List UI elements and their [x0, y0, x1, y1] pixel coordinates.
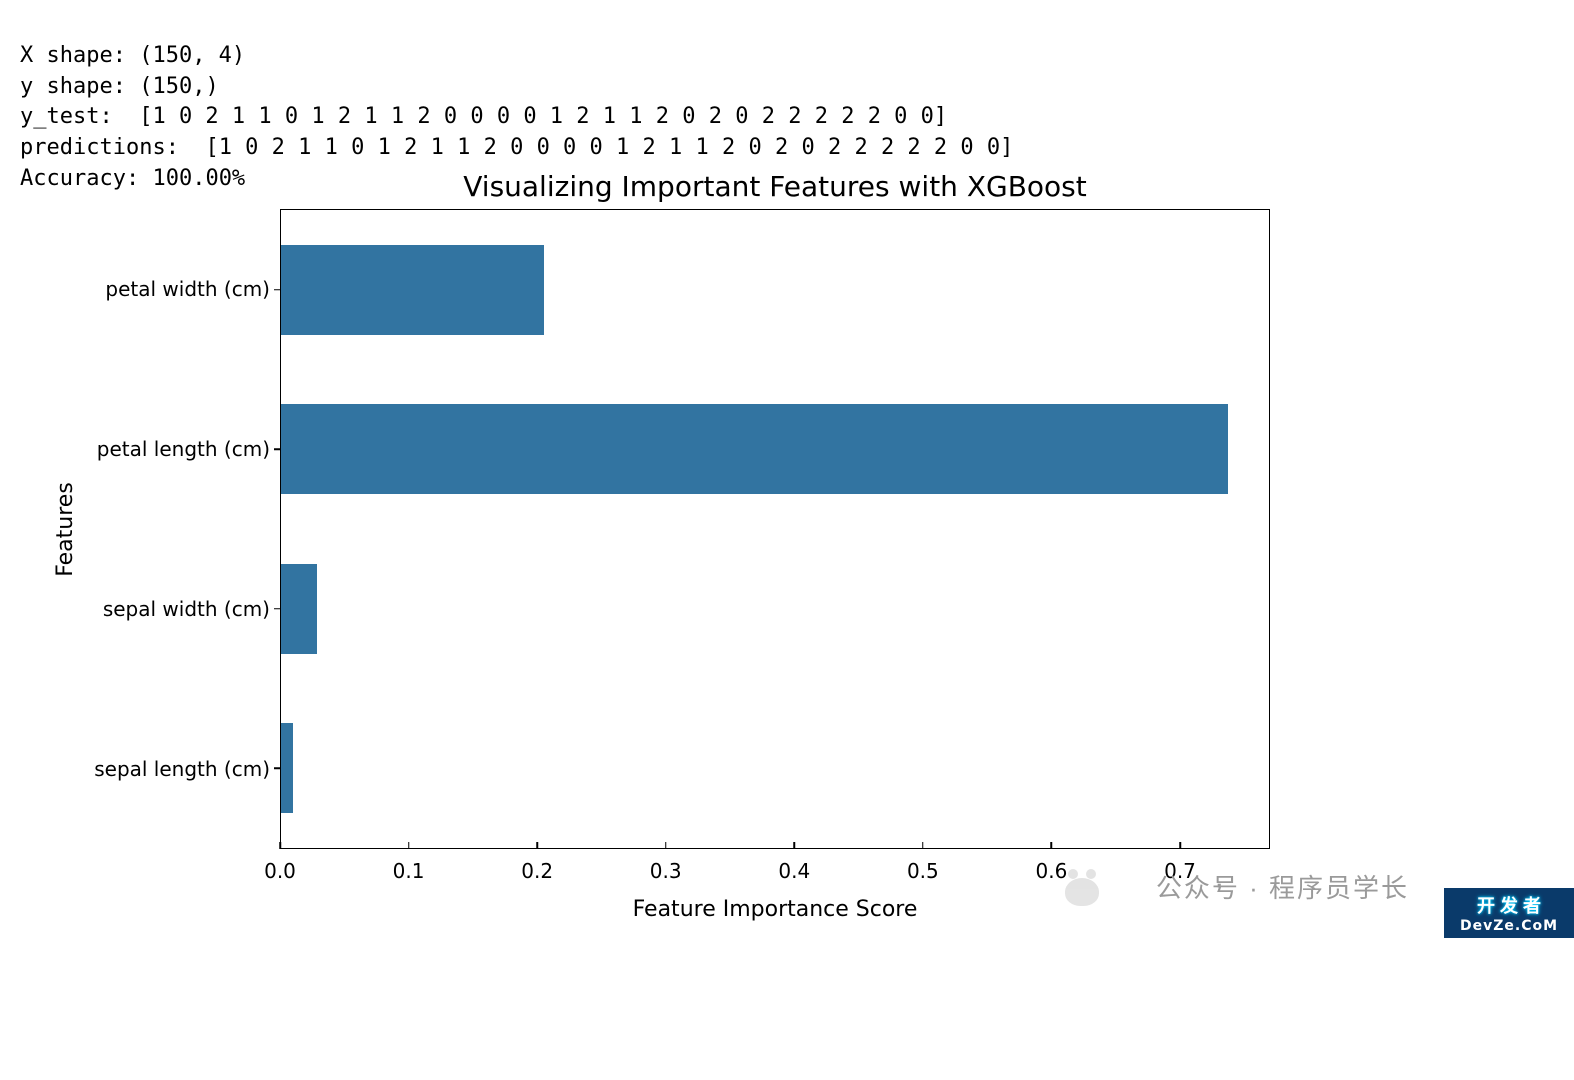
bar: [281, 245, 544, 335]
bar: [281, 723, 293, 813]
x-ticks-area: 0.00.10.20.30.40.50.60.7: [280, 849, 1270, 889]
watermark-text: 公众号 · 程序员学长: [1156, 868, 1409, 905]
y-tick-label: petal width (cm): [105, 277, 270, 301]
console-line-3-value: [1 0 2 1 1 0 1 2 1 1 2 0 0 0 0 1 2 1 1 2…: [113, 104, 947, 129]
y-axis-label: Features: [53, 482, 78, 577]
console-line-1-label: X shape:: [20, 43, 126, 68]
plot-area: [280, 209, 1270, 849]
console-line-2-label: y shape:: [20, 74, 126, 99]
corner-badge-line-2: DevZe.CoM: [1460, 918, 1558, 934]
y-ticks-column: petal width (cm) petal length (cm) sepal w…: [80, 209, 280, 849]
console-line-4-label: predictions:: [20, 135, 179, 160]
chart-container: Visualizing Important Features with XGBo…: [50, 170, 1270, 930]
console-line-1-value: (150, 4): [126, 43, 245, 68]
x-tick-label: 0.1: [393, 859, 425, 883]
ylabel-column: Features: [50, 209, 80, 849]
x-tick-label: 0.0: [264, 859, 296, 883]
wechat-icon: [1065, 878, 1099, 906]
y-tick-label: sepal width (cm): [103, 597, 270, 621]
x-tick-label: 0.2: [521, 859, 553, 883]
x-tick-label: 0.6: [1036, 859, 1068, 883]
plot-row: Features petal width (cm) petal length (c…: [50, 209, 1270, 849]
y-tick-label: petal length (cm): [97, 437, 270, 461]
console-line-2-value: (150,): [126, 74, 219, 99]
x-tick-label: 0.3: [650, 859, 682, 883]
corner-badge-line-1: 开 发 者: [1477, 892, 1541, 918]
console-line-3-label: y_test:: [20, 104, 113, 129]
bar: [281, 564, 317, 654]
chart-title: Visualizing Important Features with XGBo…: [50, 170, 1270, 203]
y-tick-label: sepal length (cm): [94, 757, 270, 781]
console-output: X shape: (150, 4) y shape: (150,) y_test…: [0, 0, 1574, 195]
x-tick-label: 0.4: [778, 859, 810, 883]
x-tick-label: 0.5: [907, 859, 939, 883]
bar: [281, 404, 1228, 494]
corner-badge: 开 发 者 DevZe.CoM: [1444, 888, 1574, 938]
console-line-4-value: [1 0 2 1 1 0 1 2 1 1 2 0 0 0 0 1 2 1 1 2…: [179, 135, 1013, 160]
